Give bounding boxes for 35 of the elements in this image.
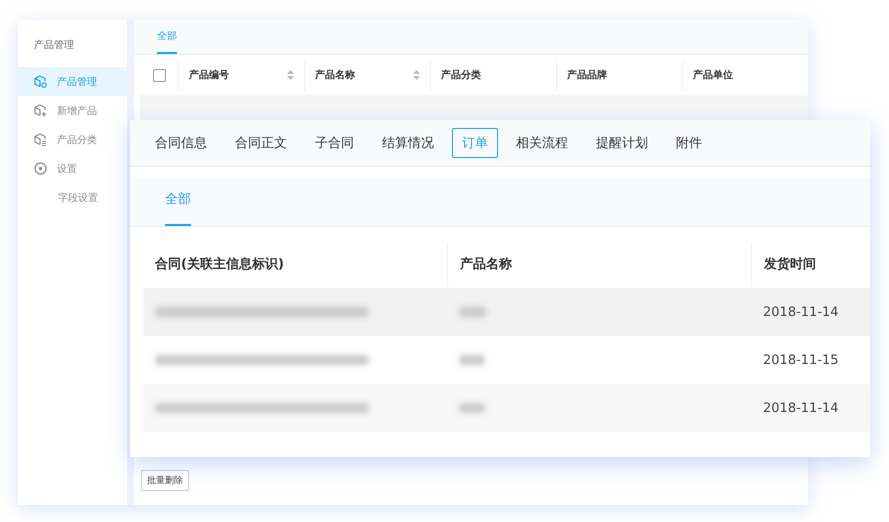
tab[interactable]: 相关流程 <box>506 128 578 158</box>
box-icon <box>34 75 47 88</box>
column-header: 合同(关联主信息标识) <box>154 256 285 274</box>
table-cell-text: 2018-11-14 <box>762 400 840 416</box>
tab[interactable]: 子合同 <box>305 128 364 158</box>
column-header: 发货时间 <box>751 242 870 286</box>
column-header[interactable]: 产品单位 <box>682 59 808 91</box>
sort-icon[interactable] <box>413 70 420 80</box>
tab[interactable]: 结算情况 <box>372 128 444 158</box>
table-cell-text: 2018-11-14 <box>762 304 840 320</box>
column-header[interactable]: 产品分类 <box>430 59 556 91</box>
column-title: 产品品牌 <box>567 68 607 82</box>
column-title: 产品编号 <box>189 68 229 82</box>
column-title: 产品分类 <box>441 68 481 82</box>
box-plus-icon <box>34 104 47 117</box>
tab[interactable]: 合同正文 <box>225 128 297 158</box>
column-header[interactable]: 产品品牌 <box>556 59 682 91</box>
settings-icon <box>34 162 47 175</box>
column-title: 产品名称 <box>315 68 355 82</box>
box-list-icon <box>34 133 47 146</box>
column-header[interactable]: 产品编号 <box>178 59 304 91</box>
bulk-delete-button[interactable]: 批量删除 <box>141 470 189 491</box>
select-all-checkbox[interactable] <box>152 68 166 82</box>
blurred-text <box>459 403 485 413</box>
tab[interactable]: 合同信息 <box>145 128 217 158</box>
column-title: 产品单位 <box>693 68 733 82</box>
sort-icon[interactable] <box>287 70 294 80</box>
column-header[interactable]: 产品名称 <box>304 59 430 91</box>
blurred-text <box>459 355 485 365</box>
tab[interactable]: 提醒计划 <box>586 128 658 158</box>
column-header: 产品名称 <box>447 242 751 286</box>
tab[interactable]: 附件 <box>666 128 712 158</box>
blurred-text <box>459 307 487 317</box>
sidebar-title: 产品管理 <box>33 38 75 53</box>
table-cell-text: 2018-11-15 <box>762 352 840 368</box>
